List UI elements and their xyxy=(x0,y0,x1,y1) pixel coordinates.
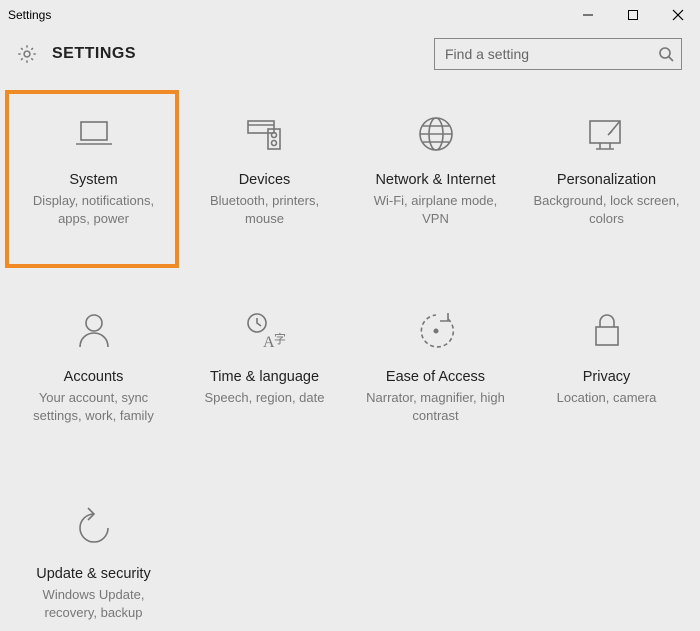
tile-title: System xyxy=(69,172,117,188)
accounts-icon xyxy=(72,307,116,355)
tile-title: Accounts xyxy=(64,369,124,385)
tile-sub: Your account, sync settings, work, famil… xyxy=(19,389,169,424)
tile-update-security[interactable]: Update & security Windows Update, recove… xyxy=(8,494,179,631)
tile-personalization[interactable]: Personalization Background, lock screen,… xyxy=(521,100,692,237)
titlebar: Settings xyxy=(0,0,700,30)
tile-privacy[interactable]: Privacy Location, camera xyxy=(521,297,692,434)
minimize-button[interactable] xyxy=(565,0,610,30)
tile-devices[interactable]: Devices Bluetooth, printers, mouse xyxy=(179,100,350,237)
tile-sub: Display, notifications, apps, power xyxy=(19,192,169,227)
tile-title: Network & Internet xyxy=(375,172,495,188)
window-title: Settings xyxy=(8,8,51,22)
tile-time-language[interactable]: A 字 Time & language Speech, region, date xyxy=(179,297,350,434)
globe-icon xyxy=(414,110,458,158)
search-wrap xyxy=(434,38,682,70)
devices-icon xyxy=(240,110,290,158)
settings-grid: System Display, notifications, apps, pow… xyxy=(0,90,700,631)
tile-title: Update & security xyxy=(36,566,150,582)
tile-sub: Windows Update, recovery, backup xyxy=(19,586,169,621)
laptop-icon xyxy=(69,110,119,158)
tile-network[interactable]: Network & Internet Wi-Fi, airplane mode,… xyxy=(350,100,521,237)
ease-of-access-icon xyxy=(414,307,458,355)
tile-sub: Speech, region, date xyxy=(205,389,325,407)
gear-icon xyxy=(16,43,38,65)
update-icon xyxy=(72,504,116,552)
tile-title: Ease of Access xyxy=(386,369,485,385)
tile-sub: Narrator, magnifier, high contrast xyxy=(361,389,511,424)
tile-title: Privacy xyxy=(583,369,631,385)
close-button[interactable] xyxy=(655,0,700,30)
search-icon xyxy=(658,46,674,62)
search-input[interactable] xyxy=(434,38,682,70)
tile-ease-of-access[interactable]: Ease of Access Narrator, magnifier, high… xyxy=(350,297,521,434)
time-language-icon: A 字 xyxy=(241,307,289,355)
personalization-icon xyxy=(582,110,632,158)
header: SETTINGS xyxy=(0,30,700,90)
tile-sub: Location, camera xyxy=(557,389,657,407)
tile-accounts[interactable]: Accounts Your account, sync settings, wo… xyxy=(8,297,179,434)
maximize-button[interactable] xyxy=(610,0,655,30)
tile-title: Personalization xyxy=(557,172,656,188)
tile-system[interactable]: System Display, notifications, apps, pow… xyxy=(8,100,179,237)
tile-title: Time & language xyxy=(210,369,319,385)
window-controls xyxy=(565,0,700,30)
tile-title: Devices xyxy=(239,172,291,188)
page-title: SETTINGS xyxy=(52,45,136,63)
tile-sub: Background, lock screen, colors xyxy=(532,192,682,227)
svg-text:字: 字 xyxy=(274,331,286,346)
tile-sub: Wi-Fi, airplane mode, VPN xyxy=(361,192,511,227)
tile-sub: Bluetooth, printers, mouse xyxy=(190,192,340,227)
lock-icon xyxy=(587,307,627,355)
